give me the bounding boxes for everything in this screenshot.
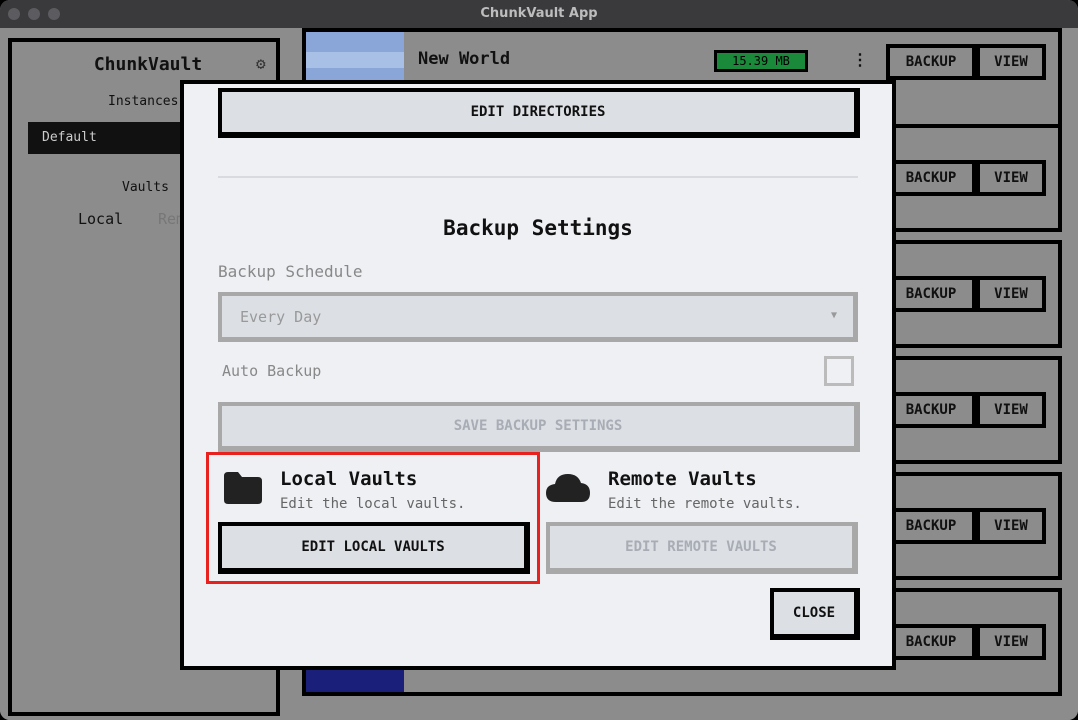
chevron-down-icon: ▼: [830, 310, 837, 321]
view-button[interactable]: VIEW: [976, 392, 1046, 428]
remote-vaults-subtitle: Edit the remote vaults.: [608, 496, 802, 512]
auto-backup-label: Auto Backup: [222, 362, 322, 380]
view-button[interactable]: VIEW: [976, 624, 1046, 660]
kebab-menu-icon[interactable]: ⋮: [852, 50, 868, 69]
backup-settings-heading: Backup Settings: [443, 216, 633, 240]
cloud-icon: [546, 474, 590, 502]
window-title: ChunkVault App: [480, 6, 598, 21]
close-button[interactable]: CLOSE: [770, 588, 860, 640]
world-size-badge: 15.39 MB: [714, 50, 808, 72]
edit-directories-button[interactable]: EDIT DIRECTORIES: [218, 88, 860, 138]
tab-local[interactable]: Local: [78, 210, 123, 228]
instances-label: Instances: [108, 94, 179, 109]
remote-vaults-title: Remote Vaults: [608, 468, 757, 490]
auto-backup-checkbox[interactable]: [824, 356, 854, 386]
title-bar: ChunkVault App: [0, 0, 1078, 29]
backup-button[interactable]: BACKUP: [886, 276, 976, 312]
save-backup-settings-button[interactable]: SAVE BACKUP SETTINGS: [218, 402, 860, 452]
view-button[interactable]: VIEW: [976, 508, 1046, 544]
vaults-label: Vaults: [122, 180, 169, 195]
world-name: New World: [418, 49, 511, 69]
edit-remote-vaults-button[interactable]: EDIT REMOTE VAULTS: [546, 522, 858, 574]
sidebar-title: ChunkVault: [93, 54, 203, 75]
backup-schedule-value: Every Day: [240, 308, 322, 326]
gear-icon[interactable]: ⚙: [256, 56, 272, 72]
view-button[interactable]: VIEW: [976, 276, 1046, 312]
backup-button[interactable]: BACKUP: [886, 624, 976, 660]
view-button[interactable]: VIEW: [976, 44, 1046, 80]
view-button[interactable]: VIEW: [976, 160, 1046, 196]
divider: [218, 176, 858, 178]
highlight-box: [206, 452, 540, 584]
backup-button[interactable]: BACKUP: [886, 160, 976, 196]
app-window: ChunkVault App ChunkVault ⚙ Instances De…: [0, 0, 1078, 720]
backup-button[interactable]: BACKUP: [886, 508, 976, 544]
backup-schedule-label: Backup Schedule: [218, 262, 363, 281]
backup-button[interactable]: BACKUP: [886, 44, 976, 80]
backup-schedule-select[interactable]: Every Day ▼: [218, 292, 858, 342]
backup-button[interactable]: BACKUP: [886, 392, 976, 428]
